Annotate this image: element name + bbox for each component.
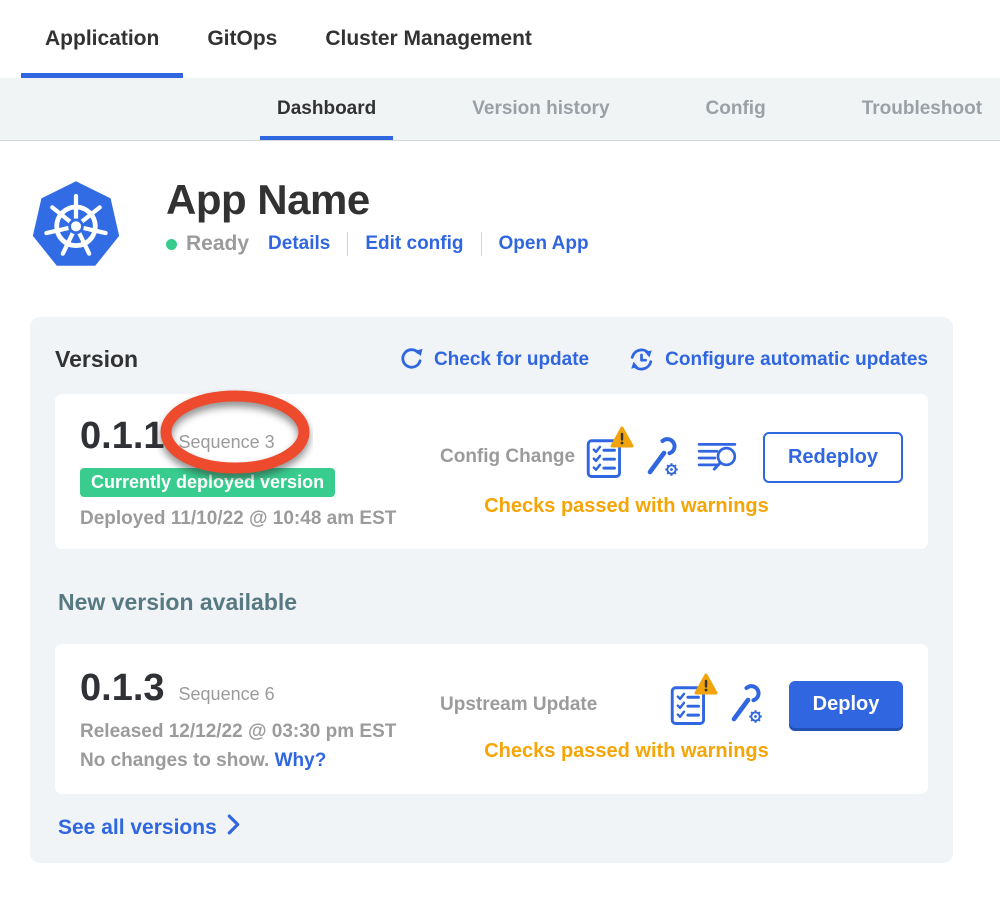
new-version-heading: New version available <box>58 589 928 616</box>
app-header-text: App Name Ready Details Edit config Open … <box>166 176 589 256</box>
edit-config-link[interactable]: Edit config <box>365 233 463 255</box>
check-for-update-link[interactable]: Check for update <box>398 346 589 373</box>
details-link[interactable]: Details <box>268 233 330 255</box>
preflight-checks-icon[interactable] <box>670 683 708 726</box>
warning-triangle-icon <box>694 673 718 695</box>
checks-status-text: Checks passed with warnings <box>440 495 903 518</box>
warning-triangle-icon <box>610 426 634 448</box>
tab-troubleshoot[interactable]: Troubleshoot <box>862 78 982 140</box>
app-tabs-nav: Dashboard Version history Config Trouble… <box>0 78 1000 141</box>
deployed-version-card: 0.1.1 Sequence 3 Currently deployed vers… <box>55 394 928 549</box>
version-section-title: Version <box>55 346 138 373</box>
configure-automatic-updates-link[interactable]: Configure automatic updates <box>627 345 928 374</box>
released-timestamp: Released 12/12/22 @ 03:30 pm EST <box>80 721 440 743</box>
open-app-link[interactable]: Open App <box>499 233 589 255</box>
available-version-card: 0.1.3 Sequence 6 Released 12/12/22 @ 03:… <box>55 644 928 794</box>
nav-item-gitops[interactable]: GitOps <box>207 0 277 78</box>
wrench-gear-icon[interactable] <box>724 683 765 726</box>
why-link[interactable]: Why? <box>275 750 327 771</box>
see-all-versions-link[interactable]: See all versions <box>58 814 240 841</box>
divider <box>347 232 348 256</box>
preflight-checks-icon[interactable] <box>586 436 624 479</box>
auto-update-clock-icon <box>627 345 656 374</box>
redeploy-button[interactable]: Redeploy <box>763 432 903 483</box>
status-badge: Ready <box>186 232 249 256</box>
deployed-timestamp: Deployed 11/10/22 @ 10:48 am EST <box>80 508 440 530</box>
chevron-right-icon <box>227 814 240 841</box>
release-notes-icon[interactable] <box>697 440 739 474</box>
kubernetes-logo-icon <box>30 176 122 273</box>
version-section: Version Check for update <box>30 317 953 863</box>
app-header: App Name Ready Details Edit config Open … <box>30 176 1000 273</box>
tab-version-history[interactable]: Version history <box>472 78 609 140</box>
refresh-icon <box>398 346 425 373</box>
divider <box>481 232 482 256</box>
deployed-version-number: 0.1.1 <box>80 414 165 458</box>
available-sequence-label: Sequence 6 <box>179 684 275 705</box>
wrench-gear-icon[interactable] <box>640 436 681 479</box>
no-changes-text: No changes to show. <box>80 750 269 771</box>
available-version-number: 0.1.3 <box>80 666 165 710</box>
deployed-sequence-label: Sequence 3 <box>179 432 275 453</box>
tab-dashboard[interactable]: Dashboard <box>277 78 376 140</box>
primary-nav: Application GitOps Cluster Management <box>0 0 1000 78</box>
version-source-label: Config Change <box>440 446 575 468</box>
checks-status-text: Checks passed with warnings <box>440 740 903 763</box>
nav-item-cluster-management[interactable]: Cluster Management <box>325 0 532 78</box>
page-title: App Name <box>166 178 589 222</box>
version-source-label: Upstream Update <box>440 694 597 716</box>
currently-deployed-badge: Currently deployed version <box>80 468 335 497</box>
tab-config[interactable]: Config <box>706 78 766 140</box>
ready-status-dot-icon <box>166 239 177 250</box>
deploy-button[interactable]: Deploy <box>789 681 903 728</box>
nav-item-application[interactable]: Application <box>45 0 159 78</box>
